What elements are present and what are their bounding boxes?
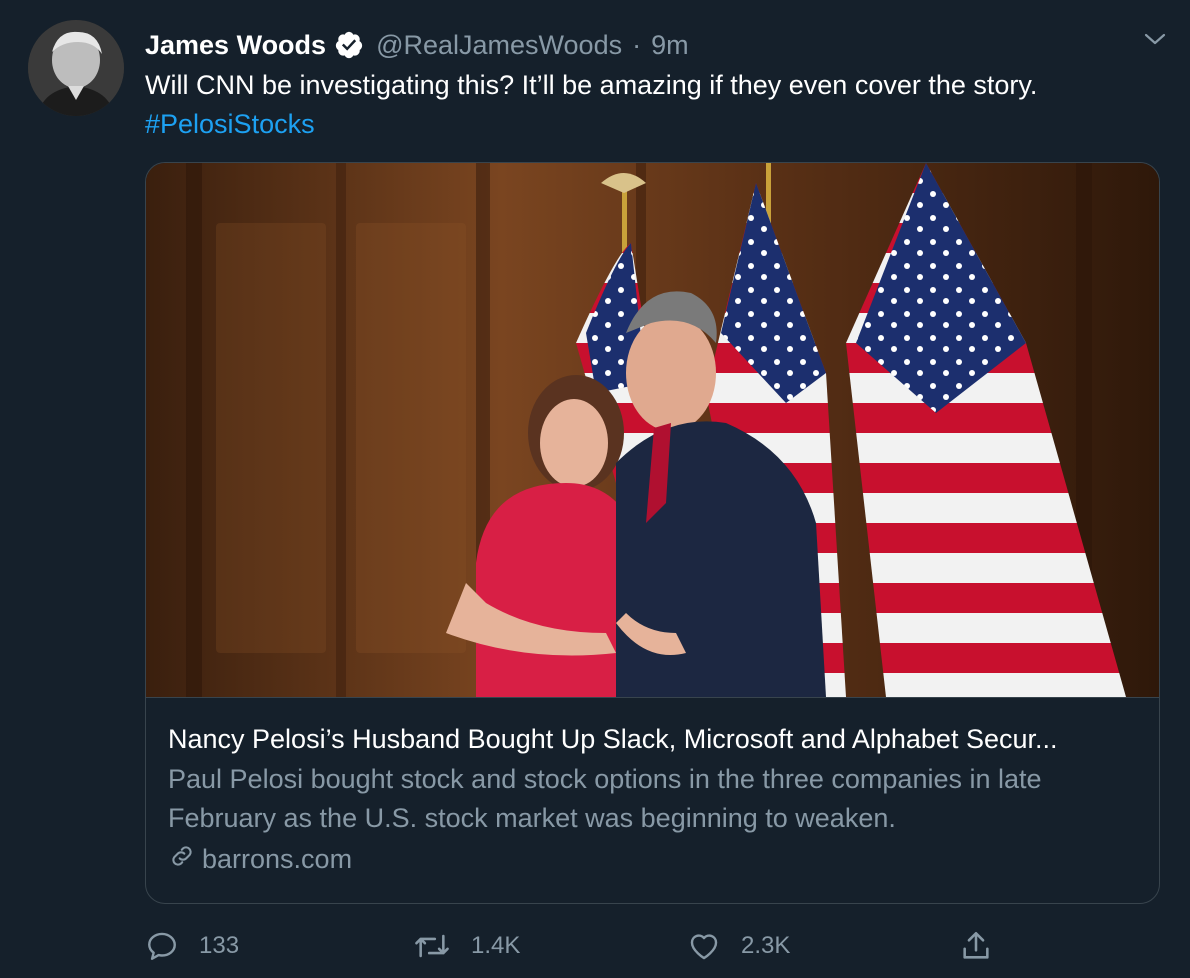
reply-count: 133 bbox=[199, 932, 240, 959]
tweet-timestamp[interactable]: 9m bbox=[651, 30, 689, 61]
tweet-actions: 133 1.4K 2.3K bbox=[145, 922, 1005, 970]
card-image bbox=[146, 163, 1159, 697]
card-meta: Nancy Pelosi’s Husband Bought Up Slack, … bbox=[146, 697, 1159, 903]
link-icon bbox=[168, 842, 202, 877]
separator-dot: · bbox=[632, 29, 642, 60]
share-icon bbox=[959, 929, 993, 963]
retweet-button[interactable]: 1.4K bbox=[413, 929, 520, 963]
reply-button[interactable]: 133 bbox=[145, 929, 239, 963]
author-handle[interactable]: @RealJamesWoods bbox=[376, 30, 622, 61]
link-preview-card[interactable]: Nancy Pelosi’s Husband Bought Up Slack, … bbox=[145, 162, 1160, 904]
tweet-text: Will CNN be investigating this? It’ll be… bbox=[145, 66, 1165, 144]
verified-badge-icon bbox=[334, 30, 364, 60]
hashtag-link[interactable]: #PelosiStocks bbox=[145, 105, 1165, 144]
retweet-icon bbox=[413, 929, 451, 963]
card-domain-text: barrons.com bbox=[202, 844, 353, 874]
card-domain: barrons.com bbox=[168, 842, 1139, 877]
tweet-header: James Woods @RealJamesWoods · 9m bbox=[145, 25, 689, 65]
chevron-down-icon[interactable] bbox=[1140, 24, 1170, 54]
share-button[interactable] bbox=[959, 929, 993, 963]
card-title: Nancy Pelosi’s Husband Bought Up Slack, … bbox=[168, 724, 1058, 754]
retweet-count: 1.4K bbox=[471, 932, 521, 959]
heart-icon bbox=[687, 929, 721, 963]
author-name[interactable]: James Woods bbox=[145, 30, 326, 61]
like-count: 2.3K bbox=[741, 932, 791, 959]
card-description: Paul Pelosi bought stock and stock optio… bbox=[168, 764, 1042, 833]
reply-icon bbox=[145, 929, 179, 963]
tweet-body: Will CNN be investigating this? It’ll be… bbox=[145, 70, 1038, 100]
like-button[interactable]: 2.3K bbox=[687, 929, 790, 963]
avatar[interactable] bbox=[28, 20, 124, 116]
